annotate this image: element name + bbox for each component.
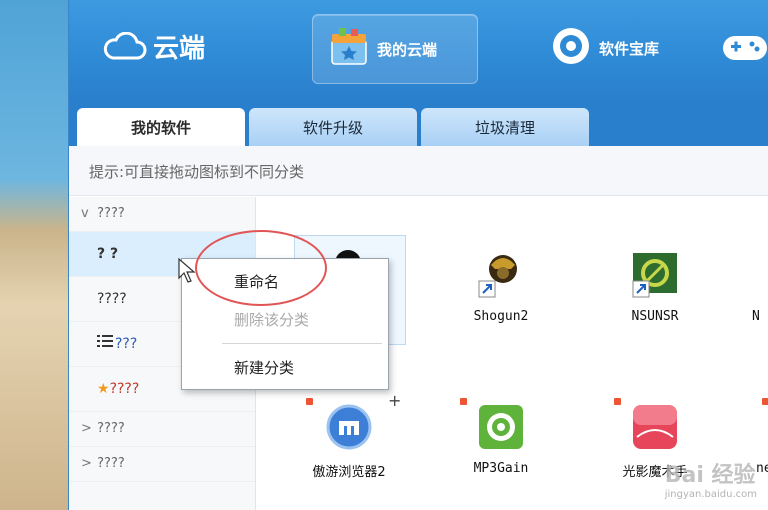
highlight-circle — [195, 230, 327, 306]
sidebar-group-label: ???? — [97, 206, 125, 221]
sidebar-item-label: ??? — [115, 336, 138, 352]
watermark-line1: Bai 经验 — [664, 463, 756, 488]
nav-my-cloud[interactable]: 我的云端 — [312, 14, 478, 84]
app-tile[interactable]: MP3Gain — [456, 403, 546, 476]
hint-text: 提示:可直接拖动图标到不同分类 — [69, 146, 768, 196]
nav-my-cloud-label: 我的云端 — [377, 40, 438, 59]
sidebar-item-label: ? ? — [97, 246, 119, 262]
sidebar-item-label: ???? — [97, 291, 127, 307]
sidebar-group-1[interactable]: v ???? — [69, 197, 255, 232]
app-label: ne — [756, 461, 768, 476]
tab-junk-cleanup[interactable]: 垃圾清理 — [421, 108, 589, 146]
app-label: NSUNSR — [631, 309, 679, 324]
app-tile[interactable]: Shogun2 — [456, 251, 546, 324]
nav-software-library[interactable]: 软件宝库 — [535, 14, 659, 82]
app-tile-partial[interactable]: ne — [756, 461, 768, 476]
app-label: 傲游浏览器2 — [312, 465, 386, 480]
chevron-down-icon: v — [81, 206, 89, 221]
logo-text: 云端 — [153, 34, 206, 64]
nsunsr-icon — [631, 251, 679, 299]
top-bar: 云端 我的云端 软件宝库 — [69, 0, 768, 100]
chevron-right-icon: > — [81, 421, 92, 436]
app-tile[interactable]: 傲游浏览器2 — [294, 403, 404, 480]
tab-software-upgrade[interactable]: 软件升级 — [249, 108, 417, 146]
sidebar-item-label: ???? — [109, 381, 140, 397]
gift-box-icon — [329, 28, 369, 70]
sidebar-group-2[interactable]: > ???? — [69, 412, 255, 447]
app-label: MP3Gain — [473, 461, 529, 476]
menu-item-new-category[interactable]: 新建分类 — [234, 357, 294, 378]
sidebar-group-label: ???? — [97, 456, 125, 471]
shogun-icon — [477, 251, 525, 299]
app-tile[interactable]: NSUNSR — [610, 251, 700, 324]
gamepad-icon — [719, 26, 768, 70]
app-label: N — [752, 309, 760, 324]
nav-game[interactable] — [719, 14, 768, 82]
logo: 云端 — [103, 28, 205, 65]
star-icon: ★ — [97, 381, 110, 397]
cloud-icon — [103, 31, 147, 59]
app-window: 云端 我的云端 软件宝库 我的软件 软件升级 垃圾清理 提示:可直接拖动图标到不… — [68, 0, 768, 510]
app-label: Shogun2 — [473, 309, 529, 324]
disc-icon — [551, 26, 591, 70]
mp3gain-icon — [477, 403, 525, 451]
watermark: Bai 经验 jingyan.baidu.com — [665, 457, 757, 500]
app-tile-partial[interactable]: N — [752, 309, 768, 324]
new-badge-icon — [762, 398, 768, 405]
photo-magic-icon — [631, 403, 679, 451]
maxthon-icon — [325, 403, 373, 451]
menu-separator — [222, 343, 382, 344]
sidebar-group-3[interactable]: > ???? — [69, 447, 255, 482]
list-icon — [97, 322, 113, 366]
nav-software-library-label: 软件宝库 — [599, 39, 660, 58]
sidebar-group-label: ???? — [97, 421, 125, 436]
mouse-cursor-icon — [178, 257, 196, 288]
watermark-line2: jingyan.baidu.com — [664, 489, 757, 500]
chevron-right-icon: > — [81, 456, 92, 471]
menu-item-delete-category[interactable]: 删除该分类 — [234, 309, 309, 330]
desktop-background — [0, 0, 68, 510]
tab-my-software[interactable]: 我的软件 — [77, 108, 245, 146]
tab-bar: 我的软件 软件升级 垃圾清理 — [69, 100, 768, 146]
